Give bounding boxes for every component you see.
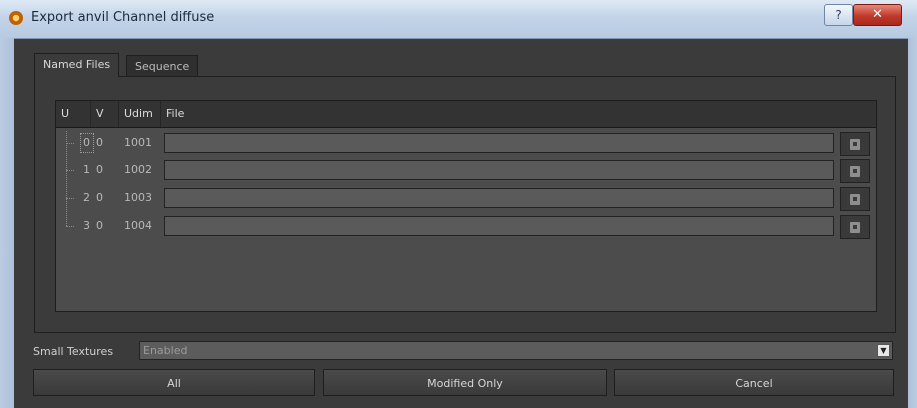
all-button[interactable]: All	[33, 369, 315, 396]
browse-file-icon	[850, 139, 860, 150]
app-icon	[9, 11, 23, 25]
browse-button[interactable]	[840, 132, 870, 156]
file-path-field[interactable]	[164, 160, 834, 180]
help-button[interactable]: ?	[824, 4, 853, 26]
table-header: U V Udim File	[56, 101, 876, 128]
cell-v: 0	[96, 219, 103, 232]
cell-udim: 1004	[124, 219, 152, 232]
table-row[interactable]: 2 0 1003	[56, 186, 876, 212]
close-button[interactable]: ✕	[853, 4, 902, 26]
table-row[interactable]: 3 0 1004	[56, 214, 876, 240]
browse-button[interactable]	[840, 187, 870, 211]
tree-branch	[66, 143, 74, 144]
file-path-field[interactable]	[164, 133, 834, 153]
cell-v: 0	[96, 136, 103, 149]
column-file[interactable]: File	[161, 101, 876, 127]
tree-branch	[66, 226, 74, 227]
udim-table: U V Udim File 0 0 1001 1 0 1002 2 0 1003	[55, 100, 877, 312]
tree-branch	[66, 170, 74, 171]
file-path-field[interactable]	[164, 188, 834, 208]
browse-file-icon	[850, 194, 860, 205]
chevron-down-icon[interactable]: ▼	[877, 344, 890, 357]
title-bar[interactable]: Export anvil Channel diffuse ? ✕	[0, 0, 917, 39]
cell-u: 2	[83, 191, 90, 204]
cell-v: 0	[96, 163, 103, 176]
table-row[interactable]: 1 0 1002	[56, 158, 876, 184]
tab-named-files[interactable]: Named Files	[34, 53, 120, 77]
cell-udim: 1001	[124, 136, 152, 149]
browse-file-icon	[850, 222, 860, 233]
cell-v: 0	[96, 191, 103, 204]
window-title: Export anvil Channel diffuse	[31, 10, 215, 25]
cell-udim: 1002	[124, 163, 152, 176]
window-frame-right	[908, 38, 917, 408]
modified-only-button[interactable]: Modified Only	[323, 369, 607, 396]
cell-udim: 1003	[124, 191, 152, 204]
window-frame-left	[0, 38, 14, 408]
column-v[interactable]: V	[91, 101, 119, 127]
browse-button[interactable]	[840, 159, 870, 183]
table-row[interactable]: 0 0 1001	[56, 131, 876, 157]
cancel-button[interactable]: Cancel	[614, 369, 894, 396]
browse-file-icon	[850, 166, 860, 177]
small-textures-label: Small Textures	[33, 345, 114, 358]
file-path-field[interactable]	[164, 216, 834, 236]
browse-button[interactable]	[840, 215, 870, 239]
cell-u: 0	[83, 136, 90, 149]
cell-u: 3	[83, 219, 90, 232]
column-udim[interactable]: Udim	[119, 101, 161, 127]
small-textures-select[interactable]: Enabled ▼	[139, 341, 893, 360]
small-textures-value: Enabled	[143, 344, 188, 357]
tree-branch	[66, 198, 74, 199]
cell-u: 1	[83, 163, 90, 176]
tab-sequence[interactable]: Sequence	[126, 55, 199, 77]
column-u[interactable]: U	[56, 101, 91, 127]
